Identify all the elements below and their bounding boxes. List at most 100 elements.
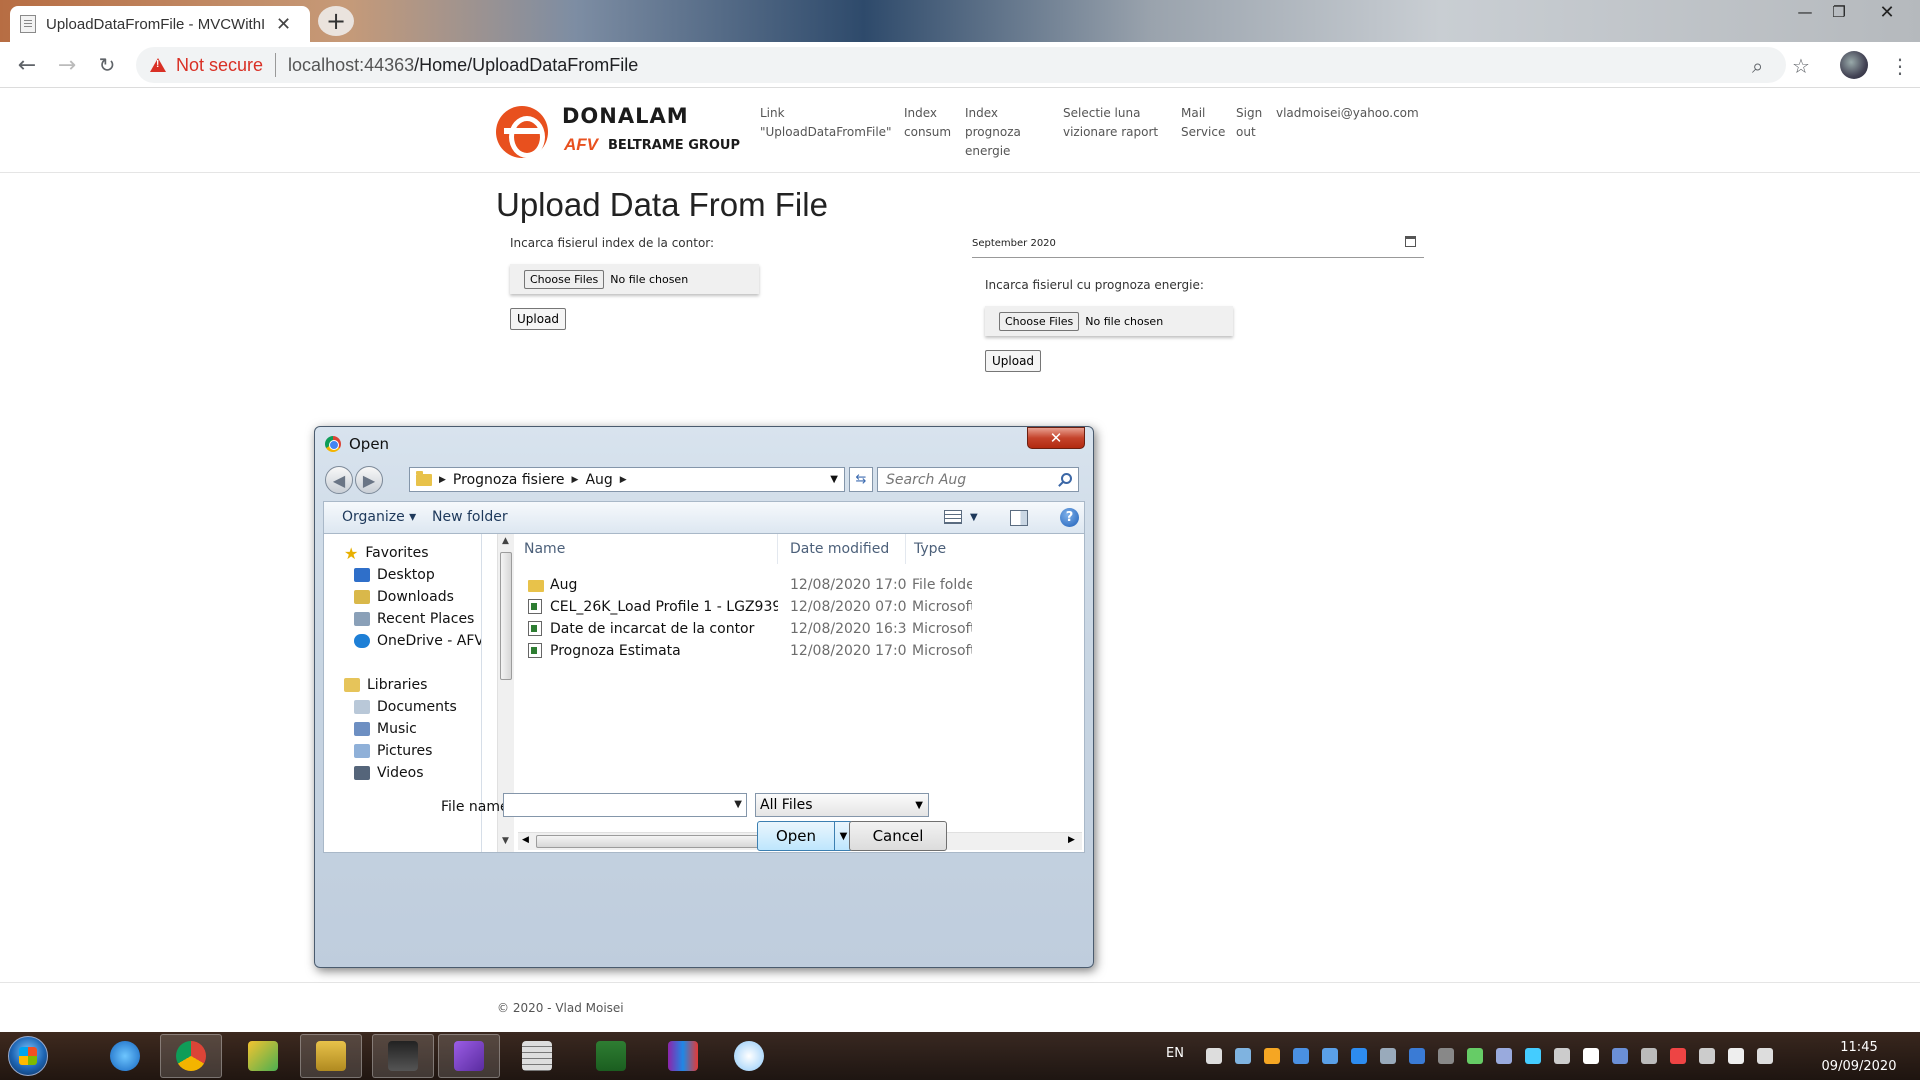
audio-icon[interactable]: [1496, 1048, 1512, 1064]
security-icon[interactable]: [1670, 1048, 1686, 1064]
nav-documents[interactable]: Documents: [354, 696, 457, 718]
file-row[interactable]: CEL_26K_Load Profile 1 - LGZ93993833_1..…: [516, 596, 1084, 618]
calendar-icon[interactable]: [1405, 236, 1416, 247]
bookmark-star-icon[interactable]: ☆: [1792, 54, 1810, 78]
taskbar-excel-button[interactable]: [580, 1034, 642, 1078]
nav-desktop[interactable]: Desktop: [354, 564, 435, 586]
nav-link-5[interactable]: Mail Service: [1181, 104, 1225, 142]
scroll-down-icon[interactable]: ▼: [502, 836, 509, 846]
new-tab-button[interactable]: +: [318, 6, 354, 36]
chevron-down-icon[interactable]: ▼: [830, 474, 838, 485]
taskbar-calculator-button[interactable]: [506, 1034, 568, 1078]
start-button[interactable]: [8, 1036, 48, 1076]
vs-icon[interactable]: [1322, 1048, 1338, 1064]
nav-onedrive[interactable]: OneDrive - AFV A: [354, 630, 481, 652]
taskbar-inkscape-button[interactable]: [372, 1034, 434, 1078]
nav-link-1[interactable]: Link "UploadDataFromFile": [760, 104, 892, 142]
link-icon[interactable]: [1467, 1048, 1483, 1064]
teamviewer-icon[interactable]: [1351, 1048, 1367, 1064]
taskbar-clock[interactable]: 11:45 09/09/2020: [1814, 1038, 1904, 1076]
window-close-button[interactable]: ✕: [1858, 0, 1916, 24]
bulb-icon[interactable]: [1264, 1048, 1280, 1064]
forward-arrow-icon[interactable]: →: [54, 52, 80, 78]
cfc-icon[interactable]: [1612, 1048, 1628, 1064]
network-tool-icon[interactable]: [1438, 1048, 1454, 1064]
window-maximize-button[interactable]: ❐: [1824, 0, 1854, 24]
search-input[interactable]: Search Aug: [877, 467, 1079, 492]
organize-button[interactable]: Organize ▾: [342, 509, 416, 525]
taskbar-internet-explorer-button[interactable]: [94, 1034, 156, 1078]
taskbar-paint-button[interactable]: [718, 1034, 780, 1078]
nav-link-7[interactable]: vladmoisei@yahoo.com: [1276, 104, 1419, 123]
column-type[interactable]: Type: [906, 534, 1084, 564]
nav-recent-places[interactable]: Recent Places: [354, 608, 474, 630]
volume-icon[interactable]: [1728, 1048, 1744, 1064]
choose-files-button[interactable]: Choose Files: [999, 311, 1080, 331]
nav-link-6[interactable]: Sign out: [1236, 104, 1262, 142]
nav-link-2[interactable]: Index consum: [904, 104, 951, 142]
new-folder-button[interactable]: New folder: [432, 509, 508, 525]
monitor-icon[interactable]: [1380, 1048, 1396, 1064]
scroll-left-icon[interactable]: ◀: [522, 835, 529, 845]
file-row[interactable]: Prognoza Estimata 12/08/2020 17:04 Microso…: [516, 640, 1084, 662]
nav-libraries[interactable]: Libraries: [344, 674, 427, 696]
back-arrow-icon[interactable]: ←: [14, 52, 40, 78]
dialog-close-button[interactable]: ✕: [1027, 427, 1085, 449]
zoom-icon[interactable]: ⌕: [1752, 54, 1763, 78]
chevron-right-icon[interactable]: ▶: [620, 475, 627, 485]
file-row[interactable]: Aug 12/08/2020 17:04 File folder: [516, 574, 1084, 596]
language-indicator[interactable]: EN: [1166, 1046, 1184, 1061]
forward-icon[interactable]: ▶: [355, 466, 383, 494]
breadcrumb-item[interactable]: Aug: [585, 472, 612, 488]
column-name[interactable]: Name: [516, 534, 778, 564]
forecast-file-input[interactable]: Choose Files No file chosen: [985, 306, 1233, 336]
window-icon[interactable]: [1206, 1048, 1222, 1064]
scrollbar-thumb[interactable]: [500, 552, 512, 680]
chevron-down-icon[interactable]: ▼: [734, 799, 742, 810]
profile-avatar[interactable]: [1840, 51, 1868, 79]
nav-pictures[interactable]: Pictures: [354, 740, 432, 762]
file-row[interactable]: Date de incarcat de la contor 12/08/2020 …: [516, 618, 1084, 640]
file-name-input[interactable]: ▼: [503, 793, 747, 817]
upload-forecast-button[interactable]: Upload: [985, 350, 1042, 372]
menu-kebab-icon[interactable]: ⋮: [1890, 54, 1910, 78]
choose-files-button[interactable]: Choose Files: [524, 269, 605, 289]
taskbar-winrar-button[interactable]: [652, 1034, 714, 1078]
open-button[interactable]: Open ▼: [757, 821, 853, 851]
browser-tab-active[interactable]: UploadDataFromFile - MVCWithI ✕: [10, 6, 310, 42]
nav-favorites[interactable]: ★ Favorites: [344, 542, 429, 564]
bluetooth-icon[interactable]: [1583, 1048, 1599, 1064]
chevron-right-icon[interactable]: ▶: [439, 475, 446, 485]
database-icon[interactable]: [1235, 1048, 1251, 1064]
display-icon[interactable]: [1641, 1048, 1657, 1064]
flag-icon[interactable]: [1757, 1048, 1773, 1064]
search-icon[interactable]: [1061, 473, 1072, 484]
chevron-down-icon[interactable]: ▼: [915, 800, 923, 811]
scroll-right-icon[interactable]: ▶: [1068, 835, 1075, 845]
screen-icon[interactable]: [1525, 1048, 1541, 1064]
lightning-icon[interactable]: [1409, 1048, 1425, 1064]
back-icon[interactable]: ◀: [325, 466, 353, 494]
taskbar-chrome-button[interactable]: [160, 1034, 222, 1078]
chevron-down-icon[interactable]: ▼: [970, 512, 978, 523]
window-minimize-button[interactable]: —: [1790, 0, 1820, 24]
onedrive-icon[interactable]: [1293, 1048, 1309, 1064]
help-icon[interactable]: ?: [1060, 508, 1079, 527]
upload-meter-button[interactable]: Upload: [510, 308, 567, 330]
nav-videos[interactable]: Videos: [354, 762, 424, 784]
meter-file-input[interactable]: Choose Files No file chosen: [510, 264, 759, 294]
taskbar-file-manager-button[interactable]: [300, 1034, 362, 1078]
file-type-filter[interactable]: All Files ▼: [755, 793, 929, 817]
column-date-modified[interactable]: Date modified: [782, 534, 906, 564]
nav-link-3[interactable]: Index prognoza energie: [965, 104, 1021, 161]
view-options-icon[interactable]: [944, 510, 962, 524]
user-icon[interactable]: [1554, 1048, 1570, 1064]
breadcrumb[interactable]: ▶ Prognoza fisiere ▶ Aug ▶ ▼: [409, 467, 845, 492]
nav-music[interactable]: Music: [354, 718, 417, 740]
security-status[interactable]: Not secure: [176, 55, 263, 76]
nav-downloads[interactable]: Downloads: [354, 586, 454, 608]
taskbar-git-extensions-button[interactable]: [232, 1034, 294, 1078]
tab-close-icon[interactable]: ✕: [276, 14, 291, 35]
address-bar[interactable]: Not secure localhost:44363/Home/UploadDa…: [136, 47, 1786, 83]
nav-link-4[interactable]: Selectie luna vizionare raport: [1063, 104, 1158, 142]
